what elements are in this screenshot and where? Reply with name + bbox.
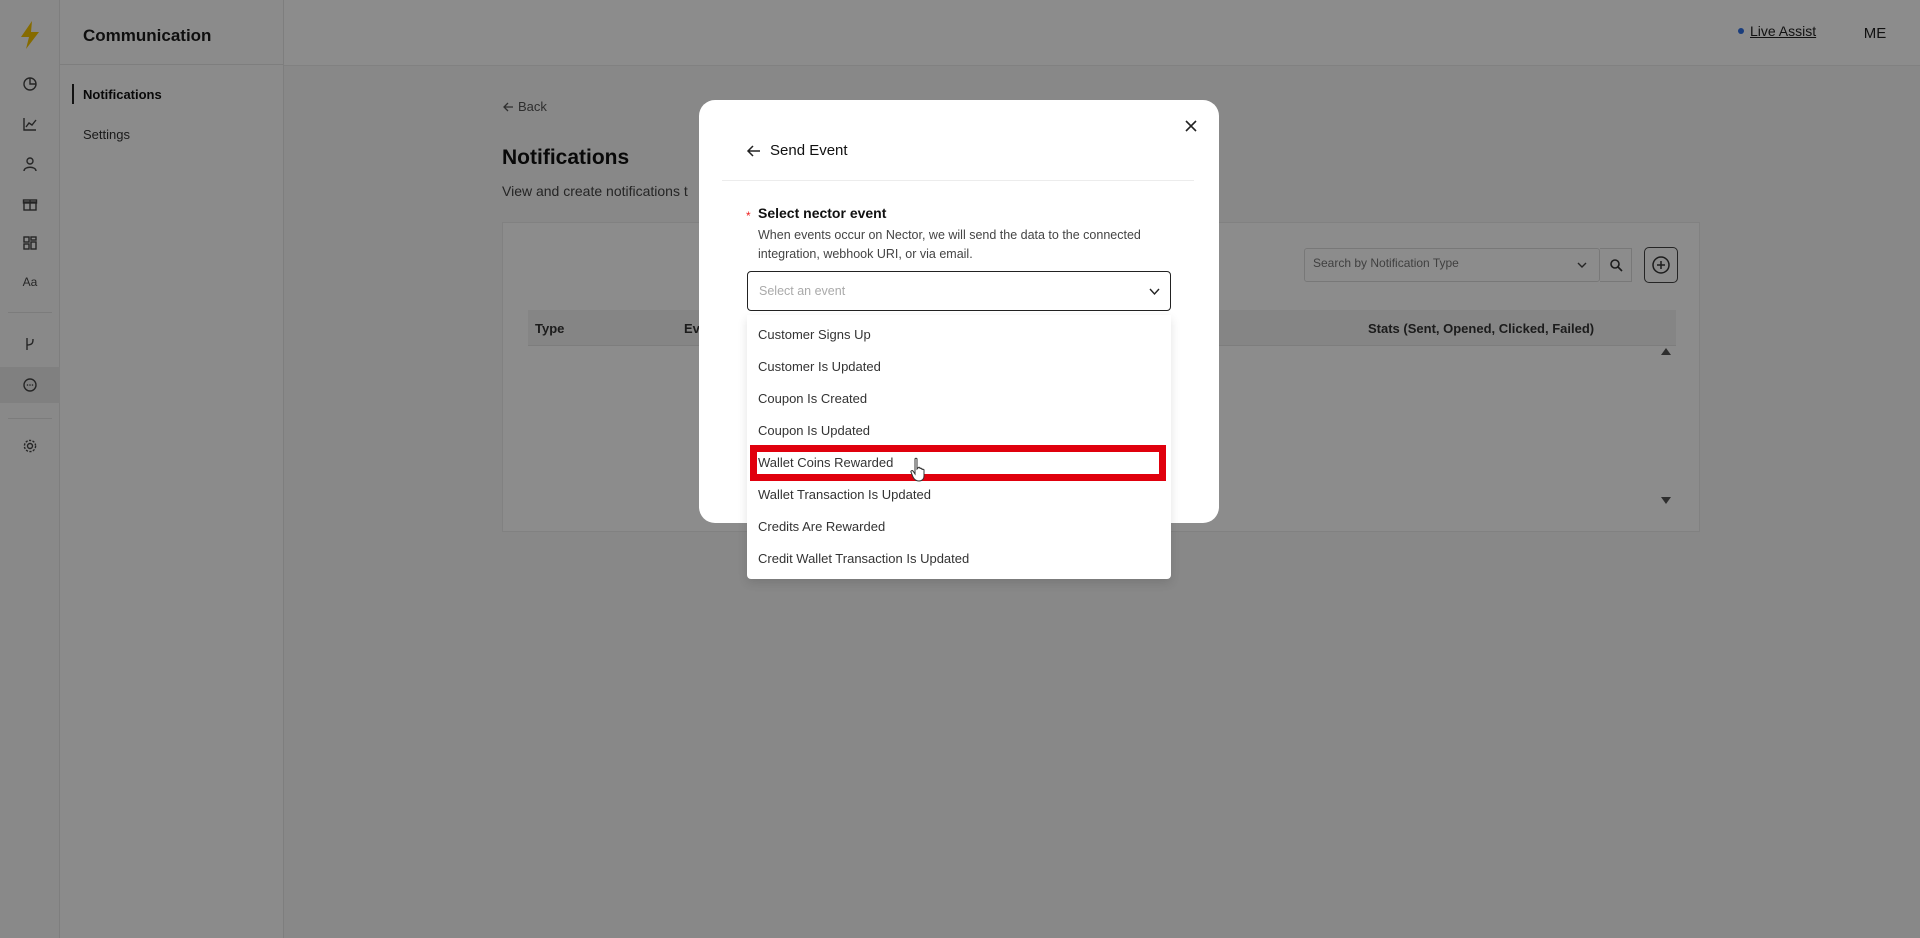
- dropdown-option[interactable]: Credits Are Rewarded: [758, 519, 885, 534]
- modal-title: Send Event: [770, 142, 848, 159]
- chevron-down-icon: [1149, 288, 1160, 296]
- field-label: Select nector event: [758, 205, 887, 221]
- dropdown-option[interactable]: Customer Signs Up: [758, 327, 871, 342]
- dropdown-option[interactable]: Coupon Is Updated: [758, 423, 870, 438]
- select-placeholder: Select an event: [759, 284, 846, 298]
- event-select[interactable]: Select an event: [747, 271, 1171, 311]
- dropdown-option[interactable]: Credit Wallet Transaction Is Updated: [758, 551, 969, 566]
- field-help-text: When events occur on Nector, we will sen…: [758, 228, 1141, 261]
- required-indicator: *: [746, 209, 751, 223]
- close-icon: [1185, 120, 1197, 132]
- modal-divider: [722, 180, 1194, 181]
- arrow-left-icon[interactable]: [746, 143, 762, 159]
- highlight-box: [750, 445, 1166, 481]
- dropdown-option[interactable]: Customer Is Updated: [758, 359, 881, 374]
- dropdown-option[interactable]: Coupon Is Created: [758, 391, 867, 406]
- dropdown-option[interactable]: Wallet Transaction Is Updated: [758, 487, 931, 502]
- close-button[interactable]: [1182, 117, 1200, 135]
- hand-cursor-icon: [910, 457, 925, 482]
